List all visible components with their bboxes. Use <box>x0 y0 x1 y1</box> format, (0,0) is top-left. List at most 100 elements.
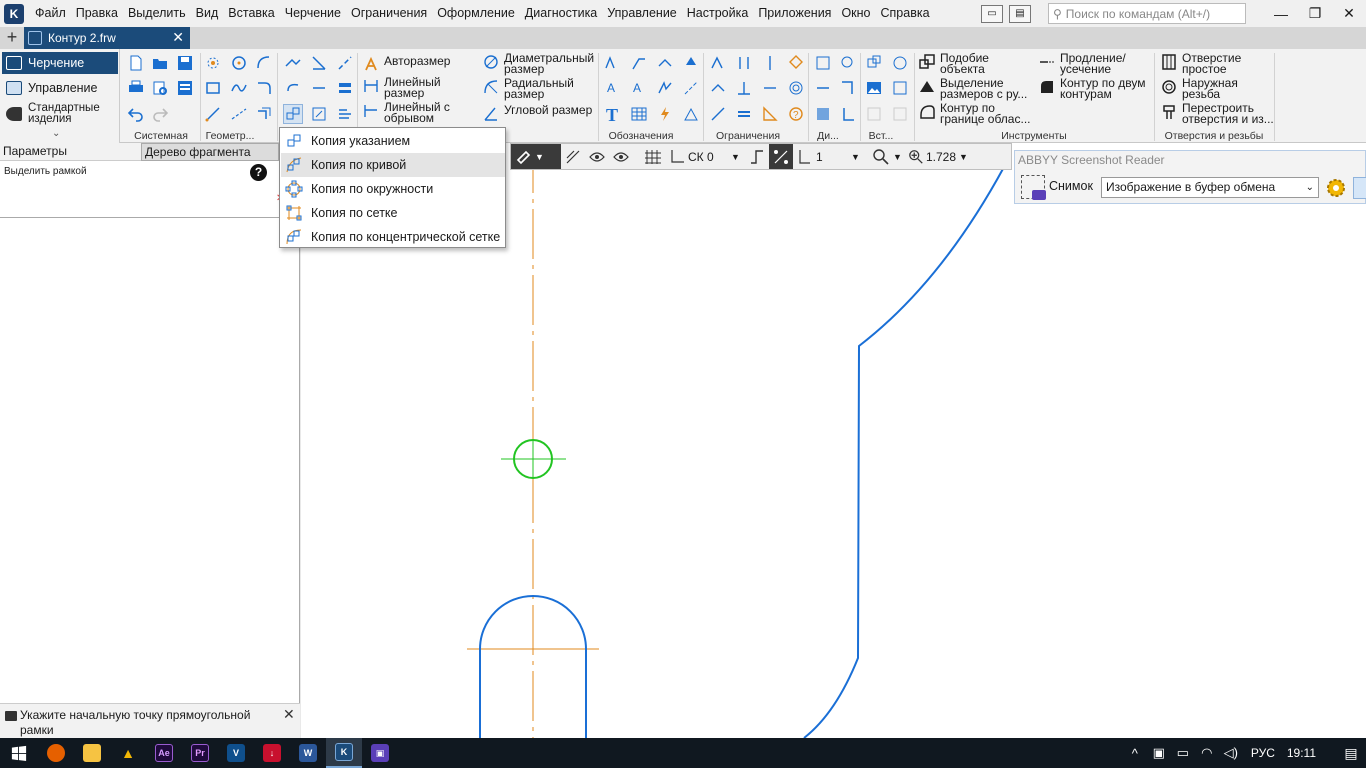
mode-standard-button[interactable]: Стандартные изделия <box>2 101 118 127</box>
menu-settings[interactable]: Настройка <box>682 0 754 27</box>
save-icon[interactable] <box>175 53 195 73</box>
table-icon[interactable] <box>629 104 649 124</box>
rebuild-hole-button[interactable]: Перестроить отверстия и из... <box>1160 102 1274 125</box>
angle-measure-icon[interactable] <box>838 104 858 124</box>
properties-icon[interactable] <box>175 78 195 98</box>
menu-help[interactable]: Справка <box>876 0 935 27</box>
gear-icon[interactable] <box>1325 177 1347 199</box>
app-triangle-icon[interactable]: ▲ <box>110 738 146 768</box>
redo-icon[interactable] <box>150 104 170 124</box>
menu-item-copy-specified[interactable]: Копия указанием <box>281 129 505 153</box>
menu-item-copy-grid[interactable]: Копия по сетке <box>281 201 505 225</box>
insert-disabled-icon[interactable] <box>864 104 884 124</box>
tray-expand-icon[interactable]: ^ <box>1123 746 1147 761</box>
menu-view[interactable]: Вид <box>191 0 224 27</box>
help-icon[interactable]: ? <box>250 164 267 181</box>
tray-app-icon[interactable]: ▣ <box>1147 745 1171 761</box>
offset-icon[interactable] <box>254 104 274 124</box>
coordinate-system-select[interactable]: СК 0 ▼ <box>665 144 745 169</box>
extend-trim-button[interactable]: Продление/ усечение <box>1038 52 1150 75</box>
menu-design[interactable]: Оформление <box>432 0 520 27</box>
perpendicular-icon[interactable] <box>734 78 754 98</box>
arc-icon[interactable] <box>254 53 274 73</box>
notifications-icon[interactable]: ▤ <box>1336 745 1366 762</box>
word-icon[interactable]: W <box>290 738 326 768</box>
leader-icon[interactable] <box>629 53 649 73</box>
menu-item-copy-concentric[interactable]: Копия по концентрической сетке <box>281 225 505 249</box>
visio-icon[interactable]: V <box>218 738 254 768</box>
close-hint-icon[interactable]: ✕ <box>283 706 295 723</box>
distance-icon[interactable] <box>813 78 833 98</box>
local-cs-button[interactable] <box>769 144 793 169</box>
ortho-button[interactable] <box>561 144 585 169</box>
hole-simple-button[interactable]: Отверстие простое <box>1160 52 1262 75</box>
diameter-dimension-button[interactable]: Диаметральный размер <box>482 52 600 75</box>
measure-icon[interactable] <box>838 53 858 73</box>
outer-thread-button[interactable]: Наружная резьба <box>1160 77 1262 100</box>
menu-manage[interactable]: Управление <box>602 0 682 27</box>
rectangle-icon[interactable] <box>203 78 223 98</box>
download-app-icon[interactable]: ↓ <box>254 738 290 768</box>
view-filter-button[interactable] <box>585 144 609 169</box>
copy-array-icon[interactable] <box>283 104 303 124</box>
rotate-icon[interactable] <box>283 78 303 98</box>
scale-icon[interactable] <box>309 78 329 98</box>
premiere-icon[interactable]: Pr <box>182 738 218 768</box>
fix-point-icon[interactable] <box>786 53 806 73</box>
clock[interactable]: 19:11 <box>1287 746 1316 760</box>
tab-fragment-tree[interactable]: Дерево фрагмента <box>141 143 279 161</box>
layer-select[interactable]: 1 ▼ <box>793 144 865 169</box>
menu-window[interactable]: Окно <box>836 0 875 27</box>
new-document-icon[interactable] <box>126 53 146 73</box>
menu-constraints[interactable]: Ограничения <box>346 0 432 27</box>
split-view-icon[interactable]: ▤ <box>1009 4 1031 23</box>
symmetry-icon[interactable] <box>760 78 780 98</box>
preview-icon[interactable] <box>150 78 170 98</box>
menu-edit[interactable]: Правка <box>71 0 123 27</box>
equal-icon[interactable] <box>734 104 754 124</box>
segment-icon[interactable] <box>203 104 223 124</box>
shift-icon[interactable] <box>335 104 355 124</box>
linear-dimension-button[interactable]: Линейный размер <box>362 76 454 99</box>
zoom-select[interactable]: 1.728 ▼ <box>905 144 971 169</box>
move-icon[interactable] <box>283 53 303 73</box>
document-tab[interactable]: Контур 2.frw ✕ <box>24 27 190 49</box>
expand-modes-icon[interactable]: ⌄ <box>52 128 60 139</box>
close-icon[interactable]: ✕ <box>1332 5 1366 22</box>
app-logo-icon[interactable]: K <box>4 3 24 24</box>
grid-button[interactable] <box>641 144 665 169</box>
circle-icon[interactable] <box>229 53 249 73</box>
mass-icon[interactable] <box>813 104 833 124</box>
file-explorer-icon[interactable] <box>74 738 110 768</box>
close-tab-icon[interactable]: ✕ <box>172 29 184 46</box>
break-icon[interactable] <box>335 53 355 73</box>
diagnostic-icon[interactable] <box>813 53 833 73</box>
roughness-icon[interactable] <box>603 53 623 73</box>
zoom-mode-button[interactable]: ▼ <box>869 144 905 169</box>
vertical-constraint-icon[interactable] <box>734 53 754 73</box>
contour-two-button[interactable]: Контур по двум контурам <box>1038 77 1150 100</box>
menu-item-copy-curve[interactable]: Копия по кривой <box>281 153 505 177</box>
insert-disabled2-icon[interactable] <box>890 104 910 124</box>
tab-parameters[interactable]: Параметры <box>3 144 67 158</box>
constraint-check-icon[interactable]: ? <box>786 104 806 124</box>
kompas-taskbar-icon[interactable]: K <box>326 738 362 768</box>
text-leader-icon[interactable]: A <box>603 78 623 98</box>
print-icon[interactable] <box>126 78 146 98</box>
auxiliary-line-icon[interactable] <box>229 104 249 124</box>
mode-manage-button[interactable]: Управление <box>2 77 118 99</box>
snapshot-icon[interactable] <box>1021 175 1046 200</box>
insert-view-icon[interactable] <box>890 53 910 73</box>
radial-dimension-button[interactable]: Радиальный размер <box>482 77 584 100</box>
insert-image-icon[interactable] <box>864 78 884 98</box>
step-button[interactable] <box>745 144 769 169</box>
tolerance-icon[interactable]: A <box>629 78 649 98</box>
firefox-icon[interactable] <box>38 738 74 768</box>
contour-boundary-button[interactable]: Контур по границе облас... <box>918 102 1032 125</box>
snap-button[interactable]: ▼ <box>511 144 561 169</box>
point-icon[interactable] <box>203 53 223 73</box>
text-icon[interactable]: T <box>603 104 623 124</box>
angle-constraint-icon[interactable] <box>760 104 780 124</box>
concentric-icon[interactable] <box>786 78 806 98</box>
layout-icon[interactable]: ▭ <box>981 4 1003 23</box>
